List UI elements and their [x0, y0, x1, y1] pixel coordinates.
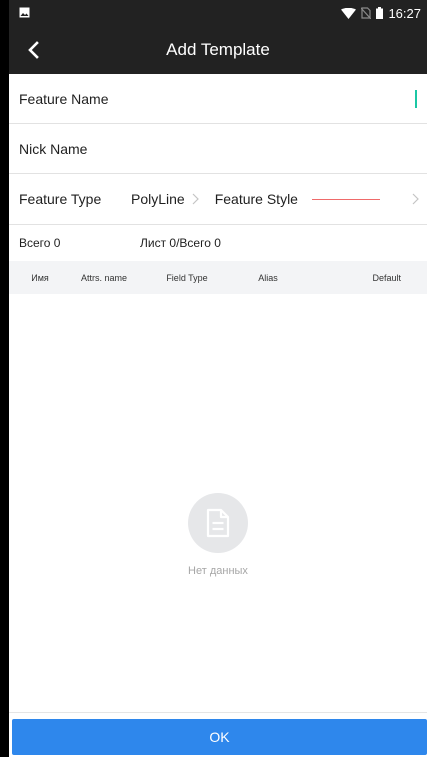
- status-time: 16:27: [388, 5, 421, 21]
- text-cursor: [415, 90, 417, 108]
- ok-button[interactable]: OK: [12, 719, 427, 755]
- screen: 16:27 Add Template Feature Name Nick Nam…: [9, 0, 427, 757]
- chevron-right-icon[interactable]: [412, 193, 419, 205]
- nick-name-field[interactable]: Nick Name: [9, 124, 427, 174]
- toolbar: Add Template: [9, 26, 427, 74]
- feature-style-label[interactable]: Feature Style: [215, 191, 298, 207]
- feature-style-preview[interactable]: [311, 198, 380, 200]
- status-bar: 16:27: [9, 0, 427, 26]
- chevron-right-icon[interactable]: [192, 193, 199, 205]
- image-icon: [19, 6, 30, 21]
- table-body: Нет данных: [9, 294, 427, 712]
- table-header: Имя Attrs. name Field Type Alias Default: [9, 261, 427, 294]
- no-sim-icon: [361, 7, 372, 19]
- column-header-name: Имя: [31, 272, 49, 283]
- empty-state: Нет данных: [9, 493, 427, 577]
- chevron-left-icon[interactable]: [13, 26, 53, 74]
- summary-bar: Всего 0 Лист 0/Всего 0: [9, 225, 427, 261]
- feature-type-value[interactable]: PolyLine: [131, 191, 185, 207]
- wifi-icon: [341, 7, 357, 19]
- document-icon: [188, 493, 248, 553]
- status-icons: 16:27: [341, 6, 421, 21]
- feature-type-label: Feature Type: [19, 191, 102, 207]
- column-header-default: Default: [372, 272, 401, 283]
- feature-type-row: Feature Type PolyLine Feature Style: [9, 174, 427, 225]
- page-count: Лист 0/Всего 0: [140, 236, 221, 250]
- divider: [9, 712, 427, 713]
- page-title: Add Template: [166, 40, 270, 59]
- empty-state-text: Нет данных: [188, 565, 248, 577]
- feature-name-field[interactable]: Feature Name: [9, 74, 427, 124]
- feature-name-label: Feature Name: [19, 90, 109, 107]
- battery-icon: [376, 7, 384, 19]
- column-header-alias: Alias: [258, 272, 278, 283]
- column-header-field-type: Field Type: [166, 272, 208, 283]
- total-count: Всего 0: [19, 236, 61, 250]
- column-header-attrs-name: Attrs. name: [80, 272, 127, 283]
- nick-name-label: Nick Name: [19, 140, 88, 157]
